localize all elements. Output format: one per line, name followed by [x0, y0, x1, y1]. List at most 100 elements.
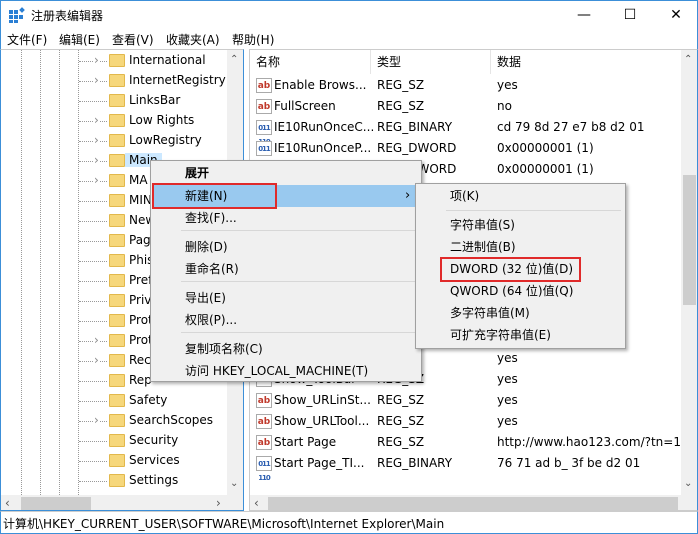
folder-icon	[109, 174, 125, 187]
menu-item-delete[interactable]: 删除(D)	[153, 236, 419, 258]
menu-item-rename[interactable]: 重命名(R)	[153, 258, 419, 280]
scroll-thumb[interactable]	[683, 175, 696, 305]
binary-value-icon: 011 110	[256, 120, 272, 146]
tree-connector	[79, 301, 107, 302]
menu-favorites[interactable]: 收藏夹(A)	[166, 31, 220, 48]
menu-view[interactable]: 查看(V)	[112, 31, 154, 48]
tree-node[interactable]: › Low Rights	[1, 111, 231, 131]
scroll-thumb[interactable]	[268, 497, 678, 510]
tree-connector	[79, 221, 107, 222]
window-title: 注册表编辑器	[31, 9, 104, 23]
menu-file[interactable]: 文件(F)	[7, 31, 47, 48]
maximize-button[interactable]: ☐	[607, 1, 653, 29]
tree-node[interactable]: Security	[1, 431, 231, 451]
chevron-right-icon[interactable]: ›	[93, 53, 100, 67]
value-type: REG_BINARY	[377, 456, 453, 470]
menu-item-visit-hklm[interactable]: 访问 HKEY_LOCAL_MACHINE(T)	[153, 360, 419, 382]
table-row[interactable]: ab Show_URLTool... REG_SZ yes	[250, 411, 680, 432]
table-row[interactable]: ab Start Page REG_SZ http://www.hao123.com/…	[250, 432, 689, 453]
menu-item-copy-key-name[interactable]: 复制项名称(C)	[153, 338, 419, 360]
chevron-right-icon[interactable]: ›	[93, 413, 100, 427]
table-row[interactable]: ab Enable Brows... REG_SZ yes	[250, 75, 680, 96]
column-header-type[interactable]: 类型	[371, 50, 491, 74]
menu-item-qword-value[interactable]: QWORD (64 位)值(Q)	[418, 280, 623, 302]
menu-item-binary-value[interactable]: 二进制值(B)	[418, 236, 623, 258]
folder-icon	[109, 314, 125, 327]
chevron-right-icon: ›	[405, 188, 411, 203]
table-row[interactable]: 011 110IE10RunOnceC...REG_BINARY cd 79 8d…	[250, 117, 680, 146]
tree-node[interactable]: › SearchScopes	[1, 411, 231, 431]
column-header-data[interactable]: 数据	[491, 50, 681, 74]
minimize-button[interactable]: —	[561, 1, 607, 29]
chevron-right-icon[interactable]: ›	[93, 353, 100, 367]
folder-icon	[109, 294, 125, 307]
binary-value-icon: 011 110	[256, 456, 272, 482]
menu-separator	[181, 281, 419, 282]
chevron-right-icon[interactable]: ›	[93, 173, 100, 187]
list-horizontal-scrollbar[interactable]: ‹	[250, 495, 697, 510]
value-name: IE10RunOnceP...	[274, 141, 372, 155]
menu-item-multi-string-value[interactable]: 多字符串值(M)	[418, 302, 623, 324]
folder-icon	[109, 54, 125, 67]
tree-node[interactable]: Settings	[1, 471, 231, 491]
scroll-left-icon[interactable]: ‹	[254, 496, 259, 510]
folder-icon	[109, 234, 125, 247]
tree-node[interactable]: Services	[1, 451, 231, 471]
menu-separator	[446, 210, 621, 211]
tree-node[interactable]: › International	[1, 51, 231, 71]
close-button[interactable]: ✕	[653, 1, 698, 29]
menu-edit[interactable]: 编辑(E)	[59, 31, 100, 48]
menu-item-key[interactable]: 项(K)	[418, 185, 623, 207]
scroll-down-icon[interactable]: ⌄	[684, 478, 692, 489]
list-vertical-scrollbar[interactable]: ⌃ ⌄	[681, 50, 697, 495]
value-data: 0x00000001 (1)	[497, 162, 594, 176]
tree-node-label: Services	[129, 453, 180, 467]
menu-item-string-value[interactable]: 字符串值(S)	[418, 214, 623, 236]
tree-node[interactable]: Safety	[1, 391, 231, 411]
scroll-left-icon[interactable]: ‹	[5, 496, 10, 510]
folder-icon	[109, 274, 125, 287]
string-value-icon: ab	[256, 414, 272, 429]
value-type: REG_SZ	[377, 78, 425, 92]
chevron-right-icon[interactable]: ›	[93, 133, 100, 147]
scroll-thumb[interactable]	[21, 497, 91, 510]
table-row[interactable]: ab FullScreen REG_SZ no	[250, 96, 680, 117]
context-menu: 展开 新建(N) 查找(F)... 删除(D) 重命名(R) 导出(E) 权限(P)... 复…	[150, 160, 422, 382]
folder-icon	[109, 414, 125, 427]
value-data: http://www.hao123.com/?tn=12	[497, 435, 689, 449]
menu-item-expand[interactable]: 展开	[153, 162, 419, 184]
table-row[interactable]: 011 110 Start Page_TI... REG_BINARY 76 71 a…	[250, 453, 680, 482]
column-header-name[interactable]: 名称	[250, 50, 371, 74]
menu-item-export[interactable]: 导出(E)	[153, 287, 419, 309]
scroll-up-icon[interactable]: ⌃	[230, 54, 238, 65]
tree-connector	[79, 321, 107, 322]
chevron-right-icon[interactable]: ›	[93, 153, 100, 167]
tree-connector	[79, 381, 107, 382]
chevron-right-icon[interactable]: ›	[93, 333, 100, 347]
value-name: Enable Brows...	[274, 78, 367, 92]
menu-item-expandable-string-value[interactable]: 可扩充字符串值(E)	[418, 324, 623, 346]
tree-horizontal-scrollbar[interactable]: ‹ ›	[1, 495, 243, 510]
chevron-right-icon[interactable]: ›	[93, 73, 100, 87]
tree-node-label: LinksBar	[129, 93, 181, 107]
scroll-down-icon[interactable]: ⌄	[230, 478, 238, 489]
table-row[interactable]: 011 110IE10RunOnceP... REG_DWORD 0x0000000…	[250, 138, 680, 167]
menu-item-find[interactable]: 查找(F)...	[153, 207, 419, 229]
folder-icon	[109, 454, 125, 467]
chevron-right-icon[interactable]: ›	[93, 113, 100, 127]
value-data: cd 79 8d 27 e7 b8 d2 01	[497, 120, 645, 134]
scroll-right-icon[interactable]: ›	[216, 496, 221, 510]
tree-node[interactable]: › InternetRegistry	[1, 71, 231, 91]
value-type: REG_SZ	[377, 393, 425, 407]
menu-help[interactable]: 帮助(H)	[232, 31, 274, 48]
tree-node[interactable]: LinksBar	[1, 91, 231, 111]
folder-icon	[109, 194, 125, 207]
table-row[interactable]: ab Show_URLinSt... REG_SZ yes	[250, 390, 680, 411]
tree-node-label: MIN	[129, 193, 152, 207]
tree-node-label: Low Rights	[129, 113, 195, 127]
menu-item-permissions[interactable]: 权限(P)...	[153, 309, 419, 331]
tree-node[interactable]: › LowRegistry	[1, 131, 231, 151]
menu-separator	[181, 332, 419, 333]
scroll-up-icon[interactable]: ⌃	[684, 54, 692, 65]
value-type: REG_DWORD	[377, 141, 457, 155]
